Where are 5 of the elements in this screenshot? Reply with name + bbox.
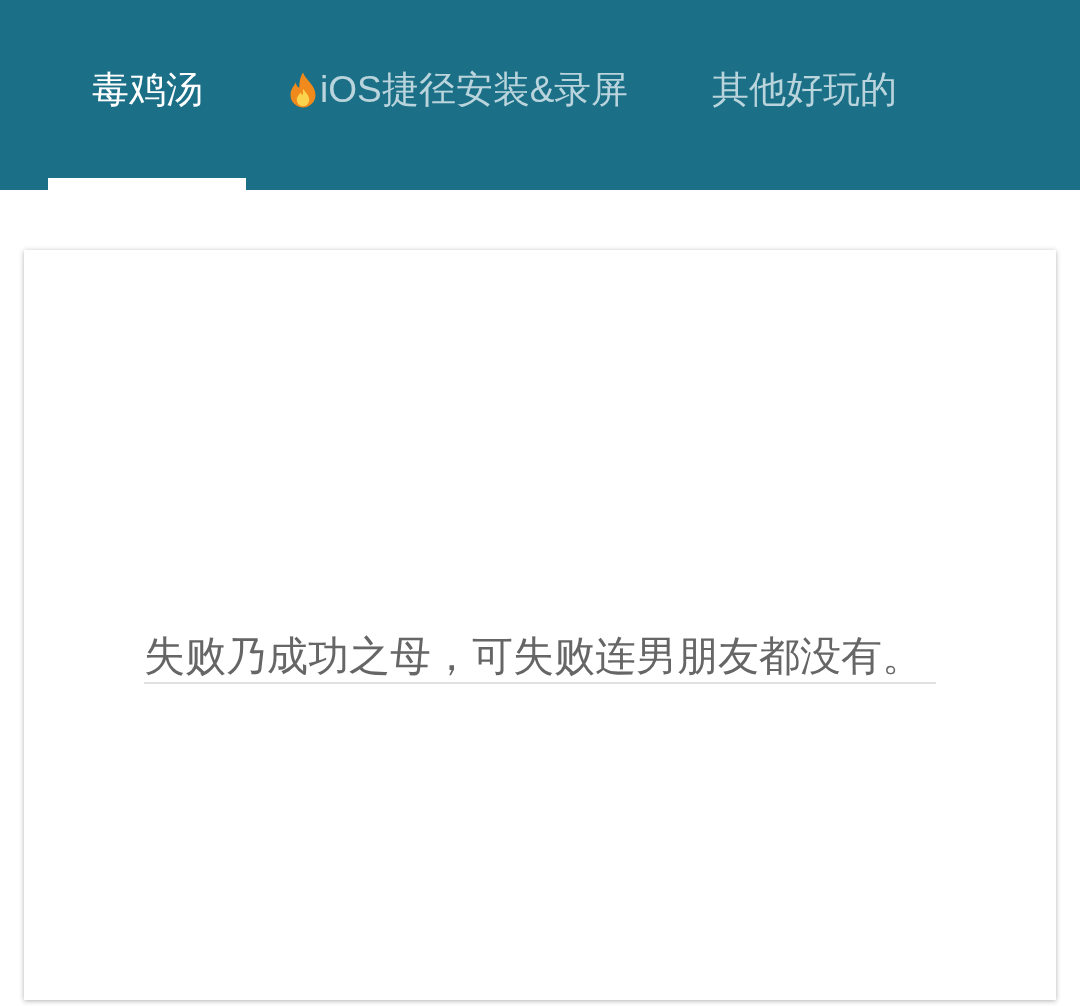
- tab[interactable]: iOS捷径安装&录屏: [246, 0, 671, 190]
- quote-text: 失败乃成功之母，可失败连男朋友都没有。: [144, 632, 924, 680]
- tab[interactable]: 其他好玩的: [670, 0, 940, 190]
- fire-icon: [288, 71, 318, 109]
- tab[interactable]: 毒鸡汤: [48, 0, 246, 190]
